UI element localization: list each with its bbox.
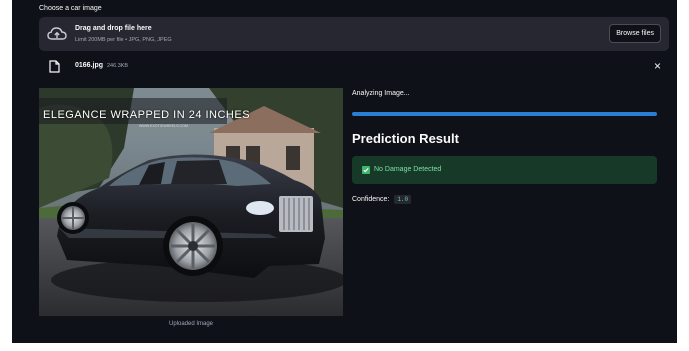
dropzone-title: Drag and drop file here: [75, 25, 152, 32]
analysis-status: Analyzing Image...: [352, 90, 410, 97]
success-alert: No Damage Detected: [352, 156, 657, 184]
check-icon: [362, 166, 370, 174]
file-icon: [49, 60, 60, 73]
prediction-result-title: Prediction Result: [352, 131, 459, 146]
confidence-value: 1.0: [394, 195, 412, 204]
uploaded-file-row: 0166.jpg 246.3KB ×: [39, 58, 669, 76]
confidence-label: Confidence:: [352, 196, 390, 203]
browse-files-button[interactable]: Browse files: [609, 24, 661, 43]
car-photo: ELEGANCE WRAPPED IN 24 INCHES WWW.EXOTIC…: [39, 88, 343, 316]
image-overlay-subtitle: WWW.EXOTICWHEELS.COM: [139, 124, 188, 128]
app-container: Choose a car image Drag and drop file he…: [12, 0, 677, 343]
image-overlay-title: ELEGANCE WRAPPED IN 24 INCHES: [43, 109, 250, 121]
success-message: No Damage Detected: [374, 166, 442, 173]
progress-fill: [352, 112, 657, 116]
file-name: 0166.jpg: [75, 62, 104, 69]
dropzone-limit: Limit 200MB per file • JPG, PNG, JPEG: [75, 37, 172, 43]
cloud-upload-icon: [47, 27, 67, 40]
confidence-row: Confidence: 1.0: [352, 195, 412, 204]
uploader-label: Choose a car image: [39, 5, 102, 12]
file-dropzone[interactable]: Drag and drop file here Limit 200MB per …: [39, 17, 669, 51]
analysis-progress-bar: [352, 112, 657, 116]
image-caption: Uploaded Image: [168, 321, 214, 327]
file-size: 246.3KB: [107, 63, 129, 69]
close-icon[interactable]: ×: [654, 59, 661, 73]
uploaded-car-image: ELEGANCE WRAPPED IN 24 INCHES WWW.EXOTIC…: [39, 88, 343, 316]
